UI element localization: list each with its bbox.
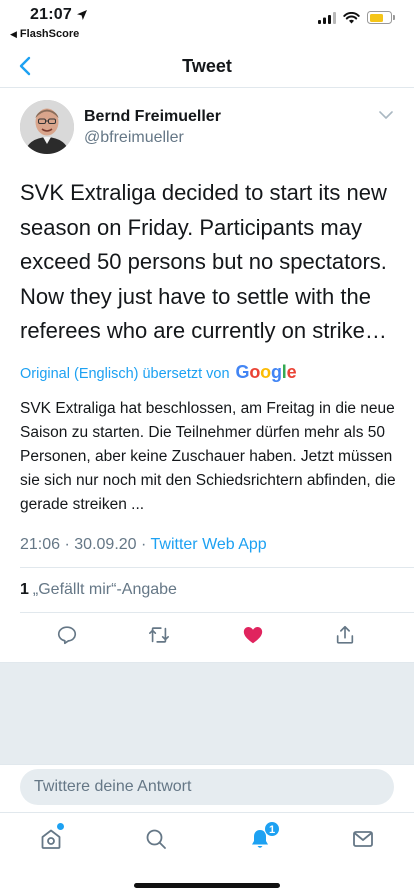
separator: · [64,536,75,553]
home-icon [41,829,61,849]
battery-level [369,13,383,22]
back-to-app-link[interactable]: ◀ FlashScore [10,28,79,40]
translation-attribution[interactable]: Original (Englisch) übersetzt von Google [20,362,297,383]
tweet-date: 30.09.20 [74,536,137,553]
tab-search[interactable] [142,825,170,853]
reply-icon [57,626,77,645]
avatar-portrait [20,100,74,154]
likes-summary[interactable]: 1 „Gefällt mir“-Angabe [20,581,177,599]
chevron-down-icon[interactable] [378,110,394,120]
tweet-source-link[interactable]: Twitter Web App [151,536,267,553]
search-icon [146,829,166,849]
notification-badge: 1 [264,821,280,837]
avatar[interactable] [20,100,74,154]
tweet-actions [0,620,414,650]
divider [20,567,414,568]
share-icon [336,625,354,644]
retweet-button[interactable] [146,622,172,648]
back-triangle-icon: ◀ [10,29,17,39]
tweet-timestamp: 21:06 · 30.09.20 · Twitter Web App [20,536,267,554]
divider [20,612,414,613]
google-logo: Google [235,362,297,382]
tweet-author: Bernd Freimueller @bfreimueller [20,100,394,156]
like-label: „Gefällt mir“-Angabe [32,581,177,598]
navigation-bar: Tweet [0,44,414,88]
reply-button[interactable] [54,622,80,648]
back-app-label: FlashScore [19,28,80,40]
tab-bar: 1 [0,812,414,896]
mail-icon [353,831,373,847]
home-unread-dot [57,823,64,830]
reply-input[interactable] [20,769,394,805]
tab-messages[interactable] [349,825,377,853]
battery-icon [367,11,395,24]
retweet-icon [149,627,169,643]
author-handle[interactable]: @bfreimueller [84,129,184,147]
status-clock: 21:07 [30,6,72,23]
home-indicator [134,883,280,888]
cellular-signal-icon [318,11,336,24]
heart-filled-icon [243,627,263,644]
translated-text: SVK Extraliga hat beschlossen, am Freita… [20,400,396,513]
location-arrow-icon [77,10,87,20]
share-button[interactable] [332,622,358,648]
wifi-icon [343,11,360,23]
system-icons [318,11,395,24]
replies-area [0,662,414,764]
tweet-text: SVK Extraliga decided to start its new s… [20,180,387,343]
tweet-time: 21:06 [20,536,61,553]
translation-label: Original (Englisch) übersetzt von [20,366,230,382]
page-title: Tweet [182,56,232,76]
like-button[interactable] [240,622,266,648]
like-count: 1 [20,581,29,598]
separator: · [141,536,151,553]
author-name[interactable]: Bernd Freimueller [84,108,221,126]
status-bar: 21:07 ◀ FlashScore [0,0,414,44]
